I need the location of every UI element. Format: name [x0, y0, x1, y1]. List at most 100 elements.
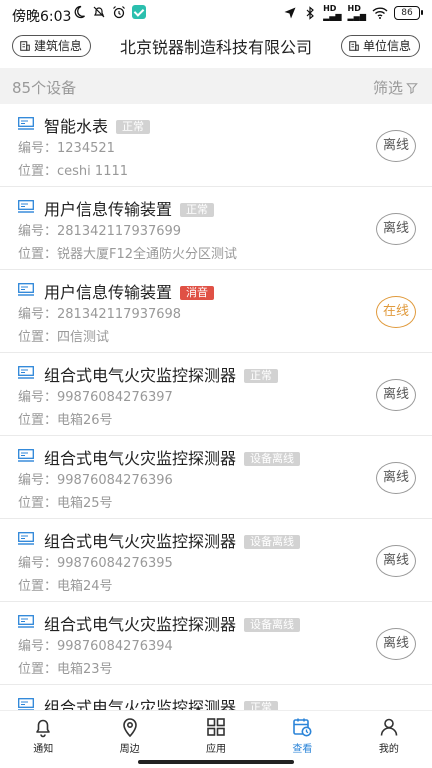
device-name: 组合式电气火灾监控探测器: [44, 532, 237, 551]
bell-icon: [36, 719, 51, 738]
location-label: 位置：: [18, 247, 58, 262]
tab-apps[interactable]: 应用: [173, 711, 259, 757]
device-id: 99876084276396: [57, 473, 173, 488]
signal-hd-icon: HD ▂▄▆: [323, 4, 342, 21]
list-toolbar: 85个设备 筛选: [0, 68, 432, 104]
filter-button[interactable]: 筛选: [373, 77, 418, 98]
tab-label: 通知: [33, 744, 54, 755]
device-item[interactable]: 组合式电气火灾监控探测器 正常: [0, 685, 432, 710]
status-badge: 正常: [244, 369, 279, 383]
connection-state: 离线: [376, 545, 416, 577]
device-icon: [18, 200, 34, 213]
status-badge: 消音: [180, 286, 215, 300]
tab-label: 我的: [378, 744, 399, 755]
device-icon: [18, 283, 34, 296]
signal-hd-icon-2: HD ▂▄▆: [347, 4, 366, 21]
device-name: 用户信息传输装置: [44, 200, 173, 219]
device-icon: [18, 117, 34, 130]
tab-label: 周边: [119, 744, 140, 755]
device-id: 281342117937698: [57, 307, 182, 322]
id-label: 编号：: [18, 390, 58, 405]
tab-profile[interactable]: 我的: [346, 711, 432, 757]
status-badge: 设备离线: [244, 618, 301, 632]
connection-state: 离线: [376, 628, 416, 660]
status-badge: 正常: [244, 701, 279, 710]
bottom-tab-bar: 通知 周边 应用 查看 我的: [0, 710, 432, 757]
device-location: 四信测试: [57, 330, 110, 345]
device-name: 组合式电气火灾监控探测器: [44, 366, 237, 385]
device-item[interactable]: 智能水表 正常 编号：1234521 位置：ceshi 1111 离线: [0, 104, 432, 187]
device-id: 99876084276395: [57, 556, 173, 571]
status-badge: 设备离线: [244, 535, 301, 549]
alarm-clock-icon: [113, 6, 125, 19]
status-time: 傍晚6:03: [12, 9, 72, 25]
device-location: ceshi 1111: [57, 164, 129, 179]
wifi-icon: [372, 7, 388, 19]
device-item[interactable]: 用户信息传输装置 消音 编号：281342117937698 位置：四信测试 在线: [0, 270, 432, 353]
id-label: 编号：: [18, 639, 58, 654]
bluetooth-icon: [306, 6, 314, 20]
device-name: 用户信息传输装置: [44, 283, 173, 302]
user-icon: [380, 718, 398, 736]
location-label: 位置：: [18, 413, 58, 428]
location-arrow-icon: [284, 7, 296, 19]
connection-state: 离线: [376, 462, 416, 494]
connection-state: 离线: [376, 213, 416, 245]
status-bar: 傍晚6:03 HD ▂▄▆ HD ▂▄▆ 86: [0, 0, 432, 30]
connection-state: 离线: [376, 130, 416, 162]
location-label: 位置：: [18, 164, 58, 179]
tab-view[interactable]: 查看: [259, 711, 345, 757]
id-label: 编号：: [18, 473, 58, 488]
tab-label: 应用: [206, 744, 227, 755]
device-location: 电箱24号: [57, 579, 113, 594]
building-icon: [349, 41, 359, 51]
location-label: 位置：: [18, 496, 58, 511]
tab-notifications[interactable]: 通知: [0, 711, 86, 757]
filter-label: 筛选: [372, 79, 403, 97]
device-location: 电箱26号: [57, 413, 113, 428]
id-label: 编号：: [18, 224, 58, 239]
device-item[interactable]: 组合式电气火灾监控探测器 正常 编号：99876084276397 位置：电箱26…: [0, 353, 432, 436]
id-label: 编号：: [18, 307, 58, 322]
unit-info-button[interactable]: 单位信息: [340, 35, 420, 57]
app-check-icon: [132, 5, 146, 19]
device-location: 电箱23号: [57, 662, 113, 677]
filter-icon: [406, 82, 418, 94]
device-list: 智能水表 正常 编号：1234521 位置：ceshi 1111 离线 用户信息传…: [0, 104, 432, 710]
device-item[interactable]: 组合式电气火灾监控探测器 设备离线 编号：99876084276395 位置：电箱…: [0, 519, 432, 602]
device-icon: [18, 532, 34, 545]
device-item[interactable]: 组合式电气火灾监控探测器 设备离线 编号：99876084276396 位置：电箱…: [0, 436, 432, 519]
device-count: 85个设备: [12, 79, 77, 97]
grid-icon: [207, 718, 225, 736]
battery-indicator: 86: [394, 6, 423, 20]
moon-icon: [74, 5, 85, 19]
device-icon: [18, 449, 34, 462]
notification-off-icon: [93, 6, 105, 18]
calendar-clock-icon: [293, 718, 312, 737]
header: 建筑信息 北京锐器制造科技有限公司 单位信息: [0, 30, 432, 66]
device-name: 组合式电气火灾监控探测器: [44, 698, 237, 710]
home-indicator[interactable]: [138, 760, 294, 764]
tab-label: 查看: [292, 744, 313, 755]
device-item[interactable]: 组合式电气火灾监控探测器 设备离线 编号：99876084276394 位置：电箱…: [0, 602, 432, 685]
device-name: 组合式电气火灾监控探测器: [44, 449, 237, 468]
device-id: 281342117937699: [57, 224, 182, 239]
device-icon: [18, 698, 34, 710]
connection-state: 在线: [376, 296, 416, 328]
device-location: 锐器大厦F12全通防火分区测试: [57, 247, 238, 262]
id-label: 编号：: [18, 556, 58, 571]
unit-info-label: 单位信息: [362, 39, 411, 53]
device-icon: [18, 615, 34, 628]
device-location: 电箱25号: [57, 496, 113, 511]
connection-state: 离线: [376, 379, 416, 411]
location-label: 位置：: [18, 662, 58, 677]
device-item[interactable]: 用户信息传输装置 正常 编号：281342117937699 位置：锐器大厦F12…: [0, 187, 432, 270]
status-badge: 正常: [116, 120, 151, 134]
status-badge: 正常: [180, 203, 215, 217]
device-name: 智能水表: [44, 117, 109, 136]
device-id: 99876084276397: [57, 390, 173, 405]
tab-nearby[interactable]: 周边: [86, 711, 172, 757]
device-id: 1234521: [57, 141, 115, 156]
location-label: 位置：: [18, 330, 58, 345]
id-label: 编号：: [18, 141, 58, 156]
